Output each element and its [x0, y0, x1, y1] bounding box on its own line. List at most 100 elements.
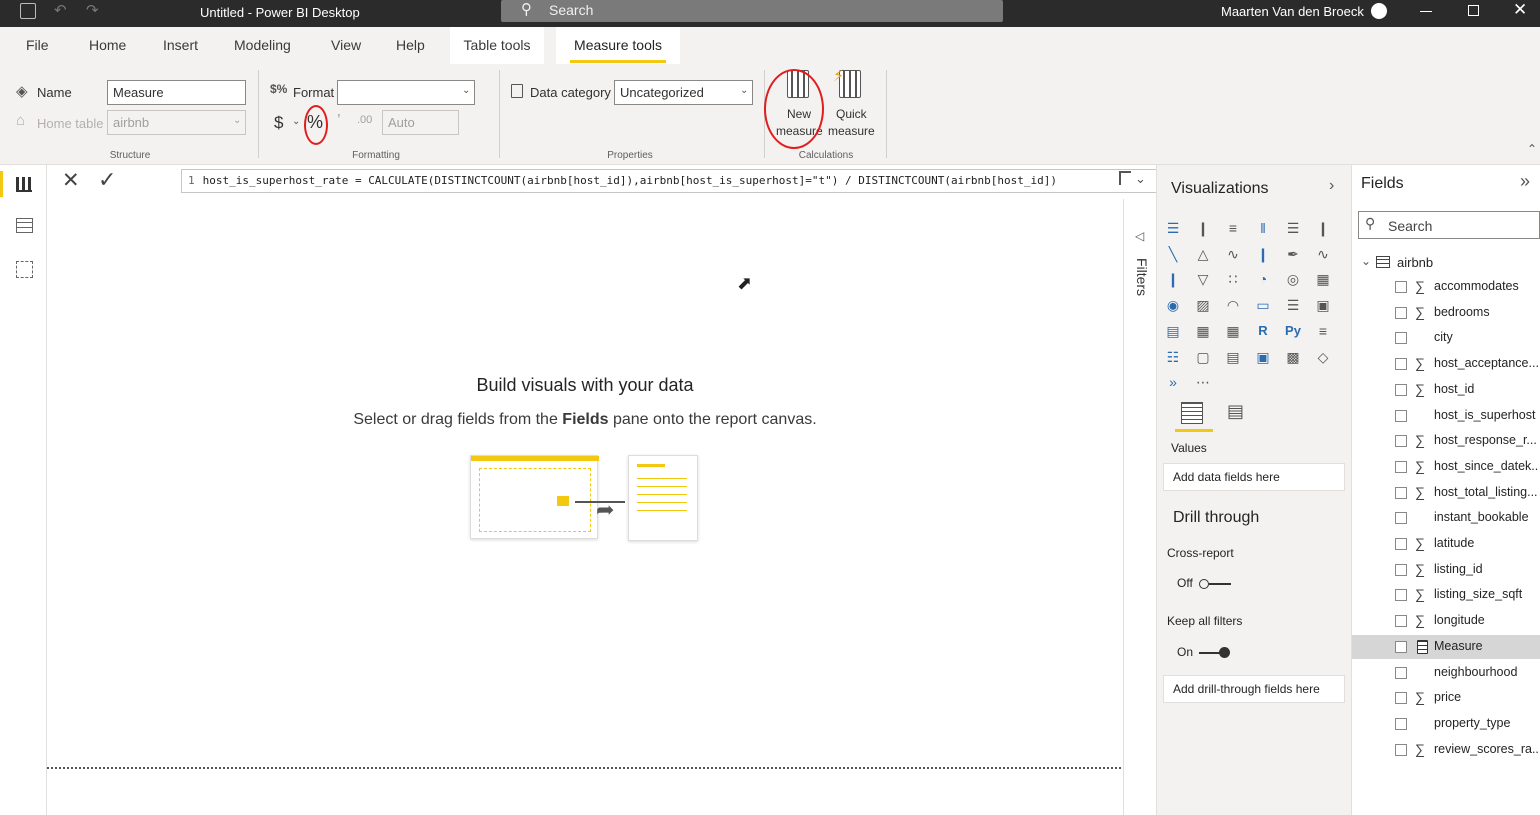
visual-type-icon[interactable]: ☰: [1283, 218, 1303, 238]
tab-modeling[interactable]: Modeling: [234, 37, 291, 53]
visual-type-icon[interactable]: ☰: [1283, 295, 1303, 315]
field-item[interactable]: ∑ review_scores_ra...: [1352, 738, 1540, 762]
field-item[interactable]: ∑ host_id: [1352, 378, 1540, 402]
format-paintbrush-icon[interactable]: ▤: [1227, 401, 1244, 422]
fields-well-icon[interactable]: [1181, 402, 1203, 424]
field-checkbox[interactable]: [1395, 332, 1407, 345]
field-checkbox[interactable]: [1395, 306, 1407, 319]
undo-icon[interactable]: ↶: [54, 1, 67, 19]
field-checkbox[interactable]: [1395, 666, 1407, 679]
visual-type-icon[interactable]: ❙: [1163, 269, 1183, 289]
field-checkbox[interactable]: [1395, 281, 1407, 293]
collapse-fields-icon[interactable]: »: [1520, 171, 1530, 192]
chevron-right-icon[interactable]: ›: [1329, 177, 1334, 195]
field-item[interactable]: city: [1352, 326, 1540, 350]
field-checkbox[interactable]: [1395, 692, 1407, 705]
cross-report-toggle[interactable]: [1199, 579, 1231, 589]
field-checkbox[interactable]: [1395, 409, 1407, 422]
save-icon[interactable]: [20, 3, 36, 19]
more-visuals-icon[interactable]: ⋯: [1193, 372, 1213, 392]
visual-type-icon[interactable]: ▤: [1223, 347, 1243, 367]
visual-type-icon[interactable]: ▢: [1193, 347, 1213, 367]
visual-type-icon[interactable]: ▩: [1283, 347, 1303, 367]
filters-pane-collapsed[interactable]: ◁ Filters: [1123, 199, 1156, 815]
visual-type-icon[interactable]: ◉: [1163, 295, 1183, 315]
decimal-places-icon[interactable]: .00: [357, 114, 372, 126]
visual-type-icon[interactable]: ❙: [1253, 244, 1273, 264]
visual-type-icon[interactable]: ≡: [1223, 218, 1243, 238]
report-canvas[interactable]: ⬈ Build visuals with your data Select or…: [47, 199, 1123, 815]
table-name[interactable]: airbnb: [1397, 255, 1433, 270]
visual-type-icon[interactable]: ▣: [1313, 295, 1333, 315]
visual-type-icon[interactable]: ▽: [1193, 269, 1213, 289]
user-name[interactable]: Maarten Van den Broeck: [1221, 4, 1364, 19]
visual-type-icon[interactable]: ‖: [1253, 218, 1273, 238]
visual-type-icon[interactable]: ∿: [1313, 244, 1333, 264]
chevron-down-icon[interactable]: ⌄: [1361, 254, 1371, 268]
field-item[interactable]: Measure: [1352, 634, 1540, 659]
filter-collapse-icon[interactable]: ◁: [1135, 229, 1144, 243]
field-item[interactable]: ∑ price: [1352, 686, 1540, 710]
visual-type-icon[interactable]: ▦: [1223, 321, 1243, 341]
field-checkbox[interactable]: [1395, 512, 1407, 525]
visual-type-icon[interactable]: ∷: [1223, 269, 1243, 289]
visual-type-icon[interactable]: ☷: [1163, 347, 1183, 367]
visual-type-icon[interactable]: Py: [1283, 321, 1303, 341]
tab-help[interactable]: Help: [396, 37, 425, 53]
field-item[interactable]: ∑ longitude: [1352, 609, 1540, 633]
visual-type-icon[interactable]: ◇: [1313, 347, 1333, 367]
field-item[interactable]: ∑ host_since_datek...: [1352, 455, 1540, 479]
field-checkbox[interactable]: [1395, 538, 1407, 550]
quick-measure-button[interactable]: ⚡ Quick measure: [827, 68, 879, 140]
visual-type-icon[interactable]: ☰: [1163, 218, 1183, 238]
model-view-icon[interactable]: [16, 261, 33, 278]
field-item[interactable]: ∑ latitude: [1352, 532, 1540, 556]
tab-measure-tools[interactable]: Measure tools: [556, 27, 680, 64]
visual-type-icon[interactable]: ∿: [1223, 244, 1243, 264]
visual-type-icon[interactable]: ◔: [1253, 269, 1273, 289]
expand-formula-icon[interactable]: [1119, 171, 1131, 185]
report-view-icon[interactable]: [16, 177, 32, 192]
visual-type-icon[interactable]: ❙: [1313, 218, 1333, 238]
currency-format-button[interactable]: $: [274, 113, 283, 133]
visual-type-icon[interactable]: ▭: [1253, 295, 1273, 315]
visual-type-icon[interactable]: ≡: [1313, 321, 1333, 341]
field-checkbox[interactable]: [1395, 743, 1407, 756]
close-icon[interactable]: ✕: [1513, 0, 1527, 20]
comma-style-icon[interactable]: ’: [337, 112, 341, 130]
data-view-icon[interactable]: [16, 218, 33, 233]
visual-type-icon[interactable]: △: [1193, 244, 1213, 264]
values-drop-zone[interactable]: Add data fields here: [1163, 463, 1345, 491]
visual-type-icon[interactable]: ❙: [1193, 218, 1213, 238]
format-select[interactable]: [337, 80, 475, 105]
cancel-formula-icon[interactable]: ✕: [62, 168, 80, 193]
restore-icon[interactable]: [1468, 5, 1479, 16]
visual-type-icon[interactable]: ▦: [1313, 269, 1333, 289]
visual-type-icon[interactable]: »: [1163, 372, 1183, 392]
drill-through-drop-zone[interactable]: Add drill-through fields here: [1163, 675, 1345, 703]
field-item[interactable]: ∑ accommodates: [1352, 275, 1540, 299]
dax-formula-input[interactable]: 1 host_is_superhost_rate = CALCULATE(DIST…: [181, 169, 1198, 193]
field-checkbox[interactable]: [1395, 589, 1407, 602]
visual-type-icon[interactable]: ▤: [1163, 321, 1183, 341]
visual-type-icon[interactable]: ◎: [1283, 269, 1303, 289]
visual-type-icon[interactable]: ▣: [1253, 347, 1273, 367]
field-item[interactable]: host_is_superhost: [1352, 404, 1540, 428]
commit-formula-icon[interactable]: ✓: [98, 167, 116, 193]
visual-type-icon[interactable]: ✒: [1283, 244, 1303, 264]
field-checkbox[interactable]: [1395, 460, 1407, 473]
field-checkbox[interactable]: [1395, 435, 1407, 448]
fields-search-box[interactable]: ⚲ Search: [1358, 211, 1540, 239]
field-checkbox[interactable]: [1395, 383, 1407, 396]
chevron-down-icon[interactable]: ⌄: [292, 116, 300, 127]
field-item[interactable]: ∑ bedrooms: [1352, 301, 1540, 325]
home-table-select[interactable]: airbnb: [107, 110, 246, 135]
tab-view[interactable]: View: [331, 37, 361, 53]
chevron-down-icon[interactable]: ⌄: [1135, 171, 1146, 187]
decimal-places-input[interactable]: Auto: [382, 110, 459, 135]
tab-file[interactable]: File: [26, 37, 49, 53]
field-checkbox[interactable]: [1395, 486, 1407, 499]
field-item[interactable]: neighbourhood: [1352, 661, 1540, 685]
tab-insert[interactable]: Insert: [163, 37, 198, 53]
collapse-ribbon-icon[interactable]: ⌃: [1527, 142, 1537, 156]
